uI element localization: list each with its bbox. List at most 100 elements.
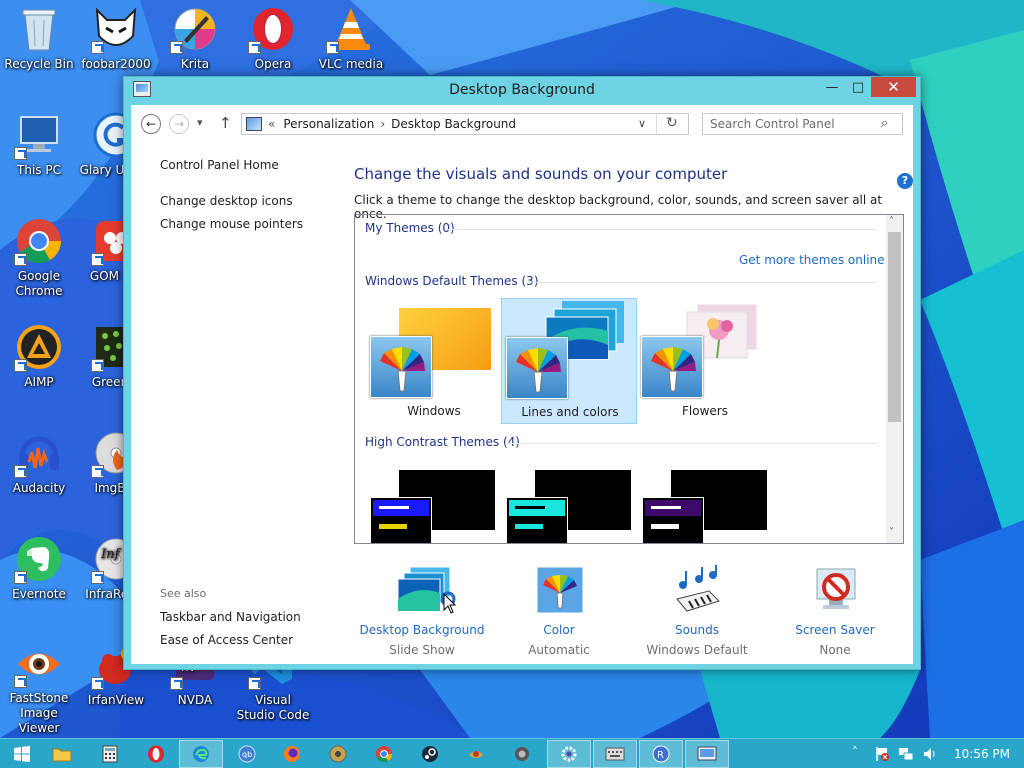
window-client-area: ← → ▾ ↑ « Personalization › Desktop Back… [131,105,913,664]
keyboard-icon [605,747,625,761]
shortcut-arrow-icon [91,41,104,54]
taskbar-steam[interactable] [408,740,452,768]
taskbar-media-player[interactable] [316,740,360,768]
evernote-icon [14,534,64,584]
change-mouse-pointers-link[interactable]: Change mouse pointers [160,217,303,231]
breadcrumb-separator[interactable]: › [380,117,385,131]
taskbar-on-screen-keyboard[interactable] [593,740,637,768]
desktop-icon-evernote[interactable]: Evernote [1,530,77,630]
taskbar-registry[interactable]: R [639,740,683,768]
desktop-background-setting[interactable]: Desktop Background Slide Show [352,565,492,665]
taskbar-calculator[interactable] [88,740,132,768]
desktop-icon-label: Audacity [12,481,66,495]
taskbar-webcam[interactable] [500,740,544,768]
help-icon[interactable]: ? [897,173,913,189]
taskbar-clock[interactable]: 10:56 PM [950,747,1014,761]
shortcut-arrow-icon [14,465,27,478]
forward-button[interactable]: → [169,114,189,134]
shortcut-arrow-icon [248,677,261,690]
svg-text:qb: qb [242,750,252,759]
refresh-button[interactable]: ↻ [666,115,678,131]
breadcrumb-personalization[interactable]: Personalization [283,117,374,131]
search-icon[interactable]: ⌕ [881,116,888,131]
taskbar-opera[interactable] [134,740,178,768]
this-pc-icon [14,110,64,160]
recent-locations-button[interactable]: ▾ [197,116,203,129]
maximize-button[interactable]: □ [845,77,871,97]
breadcrumb-overflow[interactable]: « [268,117,275,131]
theme-flowers[interactable]: Flowers [637,298,773,424]
scroll-down-button[interactable]: ˅ [889,527,894,538]
sounds-setting[interactable]: Sounds Windows Default [627,565,767,665]
opera-icon [148,745,164,763]
shortcut-arrow-icon [14,675,27,688]
svg-text:R: R [657,750,664,761]
taskbar-paint-net[interactable] [454,740,498,768]
get-more-themes-link[interactable]: Get more themes online [739,253,885,267]
breadcrumb-desktop-background[interactable]: Desktop Background [391,117,516,131]
desktop-icon-label: FastStone Image Viewer [9,691,69,735]
desktop-icon-aimp[interactable]: AIMP [1,318,77,418]
desktop-icon-faststone[interactable]: FastStone Image Viewer [1,636,77,736]
taskbar-control-panel[interactable] [685,740,729,768]
taskbar-edge[interactable] [179,740,223,768]
search-box[interactable]: Search Control Panel ⌕ [702,113,903,135]
scroll-thumb[interactable] [888,232,901,422]
theme-windows[interactable]: Windows [366,298,502,424]
taskbar-navigation-link[interactable]: Taskbar and Navigation [160,610,301,624]
theme-high-contrast-1[interactable] [366,463,502,543]
address-dropdown-button[interactable]: ∨ [638,117,646,130]
title-bar[interactable]: Desktop Background — □ ✕ [124,77,920,105]
audacity-icon [14,428,64,478]
shortcut-arrow-icon [14,147,27,160]
setting-name: Screen Saver [795,623,875,637]
up-button[interactable]: ↑ [219,114,232,132]
control-panel-home-link[interactable]: Control Panel Home [160,158,279,172]
taskbar-firefox[interactable] [270,740,314,768]
desktop-icon-label: Krita [180,57,210,71]
theme-high-contrast-2[interactable] [501,463,637,543]
search-input[interactable]: Search Control Panel [710,117,835,131]
scroll-up-button[interactable]: ˄ [889,216,894,227]
recycle-bin-icon [14,4,64,54]
registry-icon: R [652,745,670,763]
desktop-icon-google-chrome[interactable]: Google Chrome [1,212,77,312]
taskbar-chrome[interactable] [362,740,406,768]
network-icon[interactable] [898,746,914,762]
shortcut-arrow-icon [248,41,261,54]
high-contrast-swatch [642,497,704,543]
desktop-icon-recycle-bin[interactable]: Recycle Bin [1,0,77,100]
high-contrast-group-title: High Contrast Themes (4) [365,435,520,449]
shortcut-arrow-icon [91,359,104,372]
aimp-icon [14,322,64,372]
action-center-flag-icon[interactable] [874,746,890,762]
theme-lines-and-colors[interactable]: Lines and colors [501,298,637,424]
minimize-button[interactable]: — [819,77,845,97]
start-button[interactable] [0,740,44,768]
change-desktop-icons-link[interactable]: Change desktop icons [160,194,293,208]
color-setting[interactable]: Color Automatic [489,565,629,665]
taskbar-file-explorer[interactable] [40,740,84,768]
taskbar-qbittorrent[interactable]: qb [225,740,269,768]
page-heading: Change the visuals and sounds on your co… [354,165,728,183]
close-button[interactable]: ✕ [871,77,916,97]
shortcut-arrow-icon [14,571,27,584]
desktop-icon-label: IrfanView [87,693,145,707]
theme-high-contrast-3[interactable] [637,463,773,543]
screen-saver-setting[interactable]: Screen Saver None [765,565,905,665]
foobar2000-icon [91,4,141,54]
desktop-icon-audacity[interactable]: Audacity [1,424,77,524]
desktop-icon-this-pc[interactable]: This PC [1,106,77,206]
faststone-icon [14,640,64,688]
sounds-icon [673,565,723,615]
address-bar[interactable]: « Personalization › Desktop Background ∨… [241,113,689,135]
desktop-background-window: Desktop Background — □ ✕ ← → ▾ ↑ « Perso… [123,76,921,670]
back-button[interactable]: ← [141,114,161,134]
taskbar-settings[interactable] [547,740,591,768]
show-hidden-icons-button[interactable]: ˄ [852,745,858,759]
shortcut-arrow-icon [91,465,104,478]
volume-icon[interactable] [922,746,938,762]
theme-list-scrollbar[interactable]: ˄ ˅ [886,215,903,543]
ease-of-access-link[interactable]: Ease of Access Center [160,633,293,647]
navigation-bar: ← → ▾ ↑ « Personalization › Desktop Back… [131,105,913,145]
